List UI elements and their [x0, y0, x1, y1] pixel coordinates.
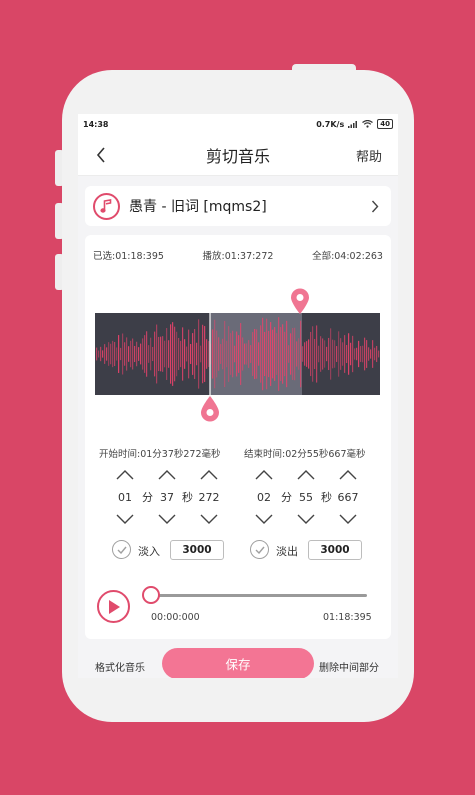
end-minutes-down[interactable] — [253, 511, 275, 527]
play-button[interactable] — [97, 590, 130, 623]
chevron-up-icon — [200, 470, 218, 480]
status-time: 14:38 — [83, 119, 109, 129]
chevron-right-icon — [369, 199, 381, 213]
fade-out-label: 淡出 — [276, 545, 298, 558]
map-pin-icon — [291, 288, 309, 314]
end-time-label: 结束时间:02分55秒667毫秒 — [244, 449, 366, 460]
start-minutes-up[interactable] — [114, 467, 136, 483]
end-minutes-spinner: 02 — [253, 467, 275, 527]
end-millis-spinner: 667 — [337, 467, 359, 527]
page-title: 剪切音乐 — [205, 146, 270, 166]
end-seconds-down[interactable] — [295, 511, 317, 527]
time-summary: 已选:01:18:395 播放:01:37:272 全部:04:02:263 — [93, 248, 383, 262]
total-duration: 全部:04:02:263 — [312, 251, 383, 262]
start-minutes-spinner: 01 — [114, 467, 136, 527]
start-millis-down[interactable] — [198, 511, 220, 527]
fade-out-input[interactable] — [308, 540, 362, 560]
back-button[interactable] — [90, 144, 112, 166]
format-music-button[interactable]: 格式化音乐 — [95, 659, 145, 674]
network-speed: 0.7K/s — [316, 119, 345, 129]
chevron-left-icon — [96, 147, 105, 163]
fade-in-checkbox[interactable] — [112, 540, 131, 559]
chevron-up-icon — [297, 470, 315, 480]
chevron-down-icon — [158, 514, 176, 524]
start-minutes-down[interactable] — [114, 511, 136, 527]
chevron-down-icon — [116, 514, 134, 524]
fade-out-checkbox[interactable] — [250, 540, 269, 559]
end-millis-up[interactable] — [337, 467, 359, 483]
selected-duration: 已选:01:18:395 — [93, 251, 164, 262]
playback-end-time: 01:18:395 — [323, 612, 372, 623]
start-time-label: 开始时间:01分37秒272毫秒 — [99, 449, 221, 460]
check-circle-icon — [255, 546, 265, 554]
end-seconds-spinner: 55 — [295, 467, 317, 527]
editor-panel: 已选:01:18:395 播放:01:37:272 全部:04:02:263 开… — [85, 235, 391, 639]
playback-progress-track[interactable] — [151, 594, 367, 597]
end-minutes-up[interactable] — [253, 467, 275, 483]
fade-in-input[interactable] — [170, 540, 224, 560]
start-millis-spinner: 272 — [198, 467, 220, 527]
end-seconds-up[interactable] — [295, 467, 317, 483]
end-seconds-value: 55 — [299, 490, 313, 504]
song-selector[interactable]: 愚青 - 旧词 [mqms2] — [85, 186, 391, 226]
chevron-down-icon — [255, 514, 273, 524]
start-seconds-down[interactable] — [156, 511, 178, 527]
start-millis-value: 272 — [198, 490, 220, 504]
chevron-up-icon — [158, 470, 176, 480]
play-icon — [108, 599, 120, 614]
phone-screen: 14:38 0.7K/s 40 剪切音乐 帮助 愚青 - 旧词 [mqms2] … — [78, 114, 398, 678]
end-minutes-value: 02 — [257, 490, 271, 504]
end-marker-pin[interactable] — [289, 287, 311, 315]
start-minutes-unit: 分 — [142, 491, 153, 504]
chevron-up-icon — [116, 470, 134, 480]
map-pin-icon — [201, 396, 219, 422]
waveform[interactable] — [95, 313, 380, 395]
status-icons: 0.7K/s 40 — [316, 119, 393, 129]
nav-bar: 剪切音乐 帮助 — [78, 134, 398, 176]
start-millis-up[interactable] — [198, 467, 220, 483]
chevron-up-icon — [339, 470, 357, 480]
chevron-up-icon — [255, 470, 273, 480]
status-bar: 14:38 0.7K/s 40 — [78, 114, 398, 134]
start-seconds-spinner: 37 — [156, 467, 178, 527]
start-minutes-value: 01 — [118, 490, 132, 504]
end-millis-down[interactable] — [337, 511, 359, 527]
delete-middle-button[interactable]: 删除中间部分 — [319, 659, 379, 674]
check-circle-icon — [117, 546, 127, 554]
help-button[interactable]: 帮助 — [356, 146, 382, 165]
play-position: 播放:01:37:272 — [202, 251, 274, 262]
wifi-icon — [362, 120, 374, 128]
chevron-down-icon — [297, 514, 315, 524]
song-name: 愚青 - 旧词 [mqms2] — [129, 199, 267, 215]
end-seconds-unit: 秒 — [321, 491, 332, 504]
fade-in-label: 淡入 — [138, 545, 160, 558]
music-note-icon — [93, 192, 120, 220]
playback-progress-thumb[interactable] — [142, 586, 160, 604]
playback-current-time: 00:00:000 — [151, 612, 200, 623]
start-seconds-unit: 秒 — [182, 491, 193, 504]
signal-icon — [348, 121, 358, 128]
chevron-down-icon — [200, 514, 218, 524]
start-seconds-value: 37 — [160, 490, 174, 504]
end-minutes-unit: 分 — [281, 491, 292, 504]
end-millis-value: 667 — [337, 490, 359, 504]
start-marker-pin[interactable] — [199, 395, 221, 423]
chevron-down-icon — [339, 514, 357, 524]
start-seconds-up[interactable] — [156, 467, 178, 483]
save-button[interactable]: 保存 — [162, 648, 314, 678]
battery-icon: 40 — [377, 119, 393, 129]
waveform-canvas — [95, 313, 380, 395]
